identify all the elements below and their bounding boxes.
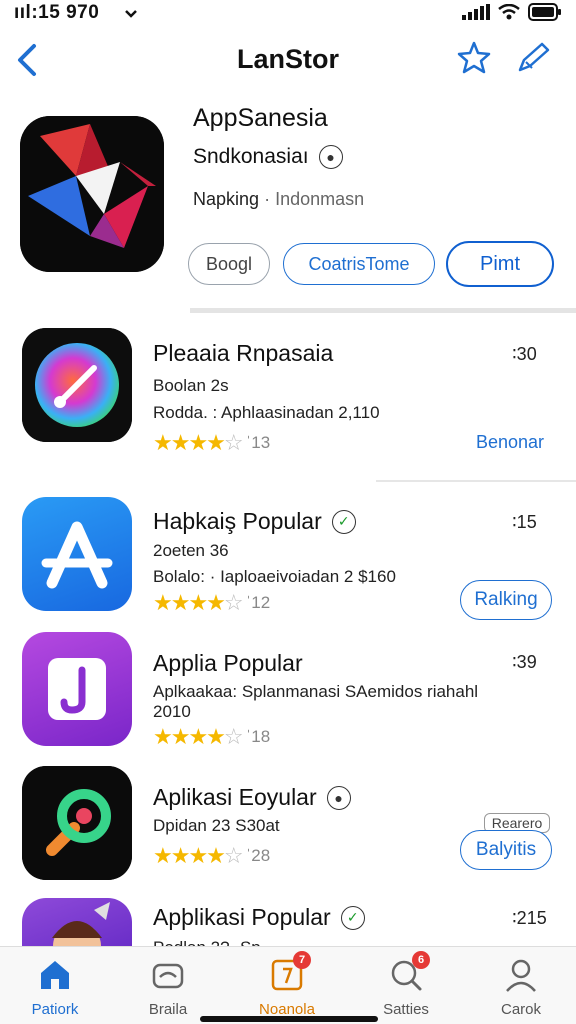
app-line-4a: Dpidan 23 S30at [153,816,280,835]
star-empty-icon: ☆ [223,590,244,615]
rating-count-4: ˈ28 [245,846,271,865]
app-line-5a: Podlan 2? ·Sp [153,938,261,946]
featured-app-name: AppSanesia [193,104,328,132]
featured-app-meta: Napking · Indonmasn [193,189,364,210]
app-title-1-text: Pleaaia Rnpasaia [153,340,334,366]
app-title-2-text: Haþkaiş Popular [153,508,322,534]
app-action-button-2[interactable]: Ralking [460,580,552,620]
app-time-5: ∶215 [512,908,547,928]
app-title-3-text: Applia Popular [153,650,303,676]
verified-badge-icon: ● [318,145,343,169]
star-empty-icon: ☆ [223,843,244,868]
tab-bar: Patiork Braila 7 Noanola 6 Satties Carok [0,946,576,1024]
tab-profile[interactable]: Carok [471,955,571,1018]
app-line-1a: Boolan 2s [153,376,229,395]
star-filled-icon: ★★★★ [153,430,226,455]
app-line-1b: Rodda. : Aphlaasinadan 2,110 [153,403,380,422]
verified-check-icon: ✓ [331,509,356,534]
tab-home-label: Patiork [31,1001,79,1018]
rating-stars-4: ★★★★ ☆ ˈ28 [153,843,270,869]
meta-label: Napking [193,189,260,209]
app-icon-1[interactable] [22,328,132,442]
status-time: ııl:15 970 [14,2,100,23]
wifi-icon [498,3,520,25]
tab-games[interactable]: Braila [118,955,218,1018]
featured-get-button[interactable]: Pimt [446,241,554,287]
rating-count-1: ˈ13 [245,433,271,452]
tab-home[interactable]: Patiork [5,955,105,1018]
rating-count-3: ˈ18 [245,727,271,746]
rating-count-2: ˈ12 [245,593,271,612]
app-line-2a: 2oeten 36 [153,541,229,560]
featured-app-subtitle-text: Sndkonasiaı [193,145,309,168]
app-line-3b: 2010 [153,702,191,721]
app-time-1: ∶30 [512,344,537,364]
search-icon: 6 [386,951,430,995]
navigation-bar: LanStor [0,38,576,82]
star-filled-icon: ★★★★ [153,724,226,749]
verified-check-icon: ✓ [340,905,365,930]
tab-apps[interactable]: 7 Noanola [237,951,337,1018]
row-separator [376,480,576,482]
app-title-2: Haþkaiş Popular ✓ [153,508,356,535]
tab-apps-badge: 7 [293,951,311,969]
meta-separator: · [264,189,271,209]
app-title-5-text: Apþlikasi Popular [153,904,331,930]
app-title-5: Apþlikasi Popular ✓ [153,904,365,931]
rating-stars-3: ★★★★ ☆ ˈ18 [153,724,270,750]
status-bar: ııl:15 970 [0,0,576,26]
chevron-down-icon [124,6,138,24]
meta-value: Indonmasn [275,189,365,209]
app-title-1: Pleaaia Rnpasaia [153,340,333,367]
app-line-3a: Aplkaakaa: Splanmanasi SAemidos riahahl [153,682,479,701]
section-divider [190,308,576,313]
app-action-button-4[interactable]: Balyitis [460,830,552,870]
featured-app-icon[interactable] [20,116,164,272]
featured-app-subtitle: Sndkonasiaı ● [193,145,343,169]
app-action-link-1[interactable]: Benonar [476,432,544,453]
edit-pen-icon[interactable] [514,40,552,76]
app-time-2: ∶15 [512,512,537,532]
star-empty-icon: ☆ [223,724,244,749]
featured-button-2[interactable]: CoatrisTome [283,243,435,285]
star-icon[interactable] [456,40,492,76]
battery-icon [528,3,562,26]
app-time-3: ∶39 [512,652,537,672]
tab-search[interactable]: 6 Satties [356,951,456,1018]
app-title-4: Aplikasi Eoyular ● [153,784,351,811]
star-filled-icon: ★★★★ [153,590,226,615]
app-line-2b: Bolalo: · Iaploaeivoiadan 2 $160 [153,567,396,586]
app-icon-3[interactable] [22,632,132,746]
signal-icon [462,4,490,25]
tab-search-badge: 6 [412,951,430,969]
verified-badge-icon: ● [326,785,351,810]
app-icon-5[interactable] [22,898,132,946]
home-icon [35,955,75,995]
star-empty-icon: ☆ [223,430,244,455]
tab-profile-label: Carok [500,1001,541,1018]
star-filled-icon: ★★★★ [153,843,226,868]
featured-button-1[interactable]: Boogl [188,243,270,285]
home-indicator [200,1016,378,1022]
rating-stars-2: ★★★★ ☆ ˈ12 [153,590,270,616]
games-icon [148,955,188,995]
app-title-4-text: Aplikasi Eoyular [153,784,317,810]
apps-icon: 7 [267,951,311,995]
app-icon-4[interactable] [22,766,132,880]
rating-stars-1: ★★★★ ☆ ˈ13 [153,430,270,456]
app-icon-2[interactable] [22,497,132,611]
profile-icon [501,955,541,995]
app-title-3: Applia Popular [153,650,303,677]
